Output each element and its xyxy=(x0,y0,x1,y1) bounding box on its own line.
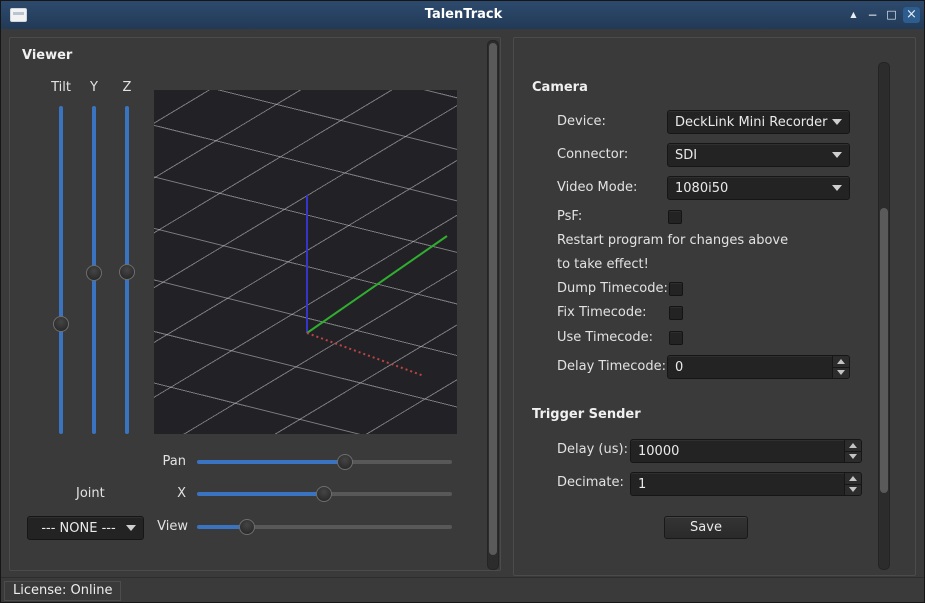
dump-timecode-label: Dump Timecode: xyxy=(557,281,668,296)
spin-down-button[interactable] xyxy=(833,368,849,379)
use-timecode-checkbox[interactable] xyxy=(669,331,683,345)
maximize-icon: □ xyxy=(886,8,896,21)
x-slider-track-fill xyxy=(197,492,324,496)
delay-timecode-value: 0 xyxy=(668,360,832,375)
psf-label: PsF: xyxy=(557,209,582,224)
connector-select[interactable]: SDI xyxy=(667,143,850,167)
shade-button[interactable]: ▲ xyxy=(845,7,862,23)
z-slider[interactable] xyxy=(119,102,135,438)
license-status: License: Online xyxy=(4,581,121,601)
restart-note-line1: Restart program for changes above xyxy=(557,233,788,248)
window-title: TalenTrack xyxy=(1,1,925,29)
trigger-delay-value: 10000 xyxy=(631,444,844,459)
pan-slider-track xyxy=(345,460,452,464)
tilt-slider[interactable] xyxy=(53,102,69,438)
fix-timecode-checkbox[interactable] xyxy=(669,306,683,320)
axes-overlay xyxy=(154,90,457,434)
x-slider-label: X xyxy=(150,486,186,501)
pan-slider-label: Pan xyxy=(130,454,186,469)
delay-timecode-label: Delay Timecode: xyxy=(557,359,666,374)
pan-slider-handle[interactable] xyxy=(337,454,353,470)
settings-scrollbar-thumb[interactable] xyxy=(880,208,888,493)
video-mode-select[interactable]: 1080i50 xyxy=(667,176,850,200)
chevron-down-icon xyxy=(832,185,842,191)
tilt-slider-label: Tilt xyxy=(44,80,78,95)
tilt-slider-handle[interactable] xyxy=(53,316,69,332)
view-slider-handle[interactable] xyxy=(239,519,255,535)
psf-checkbox[interactable] xyxy=(668,210,682,224)
joint-label: Joint xyxy=(76,486,120,501)
app-window: TalenTrack ▲ − □ × Viewer Tilt Y Z xyxy=(0,0,925,603)
decimate-spinbox[interactable]: 1 xyxy=(630,472,862,496)
view-slider-track xyxy=(247,525,452,529)
device-select[interactable]: DeckLink Mini Recorder 4k xyxy=(667,110,850,134)
camera-section-title: Camera xyxy=(532,80,588,95)
close-button[interactable]: × xyxy=(903,7,920,23)
minimize-icon: − xyxy=(867,8,877,22)
joint-select-value: --- NONE --- xyxy=(35,521,122,536)
device-select-value: DeckLink Mini Recorder 4k xyxy=(675,115,828,130)
trigger-delay-label: Delay (us): xyxy=(557,442,628,457)
triangle-up-icon xyxy=(849,476,857,481)
x-slider-handle[interactable] xyxy=(316,486,332,502)
z-slider-handle[interactable] xyxy=(119,264,135,280)
delay-timecode-spinbox[interactable]: 0 xyxy=(667,355,850,379)
pan-slider-track-fill xyxy=(197,460,345,464)
decimate-label: Decimate: xyxy=(557,475,624,490)
settings-scrollbar[interactable] xyxy=(878,62,890,570)
restart-note-line2: to take effect! xyxy=(557,257,649,272)
shade-icon: ▲ xyxy=(850,10,856,19)
video-mode-label: Video Mode: xyxy=(557,180,637,195)
minimize-button[interactable]: − xyxy=(864,7,881,23)
trigger-delay-spinbox[interactable]: 10000 xyxy=(630,439,862,463)
triangle-up-icon xyxy=(837,359,845,364)
chevron-down-icon xyxy=(832,152,842,158)
tilt-slider-track xyxy=(59,106,63,434)
viewer-scrollbar[interactable] xyxy=(487,40,499,570)
triangle-down-icon xyxy=(837,370,845,375)
settings-panel: Camera Device: DeckLink Mini Recorder 4k… xyxy=(513,37,916,576)
joint-select[interactable]: --- NONE --- xyxy=(27,516,144,540)
spin-down-button[interactable] xyxy=(845,485,861,496)
close-icon: × xyxy=(906,7,917,22)
spin-up-button[interactable] xyxy=(833,356,849,368)
fix-timecode-label: Fix Timecode: xyxy=(557,305,647,320)
triangle-up-icon xyxy=(849,443,857,448)
view-slider[interactable] xyxy=(197,519,452,535)
use-timecode-label: Use Timecode: xyxy=(557,330,653,345)
spin-down-button[interactable] xyxy=(845,452,861,463)
titlebar[interactable]: TalenTrack ▲ − □ × xyxy=(1,1,925,29)
3d-viewport[interactable] xyxy=(154,90,457,434)
pan-slider[interactable] xyxy=(197,454,452,470)
connector-label: Connector: xyxy=(557,147,628,162)
viewer-scrollbar-thumb[interactable] xyxy=(489,43,497,555)
dump-timecode-checkbox[interactable] xyxy=(669,282,683,296)
status-bar: License: Online xyxy=(1,577,925,603)
decimate-value: 1 xyxy=(631,477,844,492)
y-slider-label: Y xyxy=(82,80,106,95)
save-button[interactable]: Save xyxy=(664,516,748,539)
axis-red-dotted-line xyxy=(307,333,424,376)
connector-select-value: SDI xyxy=(675,148,828,163)
x-slider-track xyxy=(324,492,452,496)
trigger-sender-section-title: Trigger Sender xyxy=(532,407,641,422)
triangle-down-icon xyxy=(849,487,857,492)
axis-green-line xyxy=(307,236,447,333)
chevron-down-icon xyxy=(832,119,842,125)
x-slider[interactable] xyxy=(197,486,452,502)
y-slider[interactable] xyxy=(86,102,102,438)
viewer-panel-title: Viewer xyxy=(22,48,72,63)
view-slider-label: View xyxy=(144,519,188,534)
triangle-down-icon xyxy=(849,454,857,459)
y-slider-handle[interactable] xyxy=(86,265,102,281)
spin-up-button[interactable] xyxy=(845,473,861,485)
maximize-button[interactable]: □ xyxy=(883,7,900,23)
z-slider-label: Z xyxy=(115,80,139,95)
video-mode-select-value: 1080i50 xyxy=(675,181,828,196)
device-label: Device: xyxy=(557,114,606,129)
chevron-down-icon xyxy=(126,525,136,531)
viewer-panel: Viewer Tilt Y Z Pan xyxy=(9,37,501,571)
spin-up-button[interactable] xyxy=(845,440,861,452)
